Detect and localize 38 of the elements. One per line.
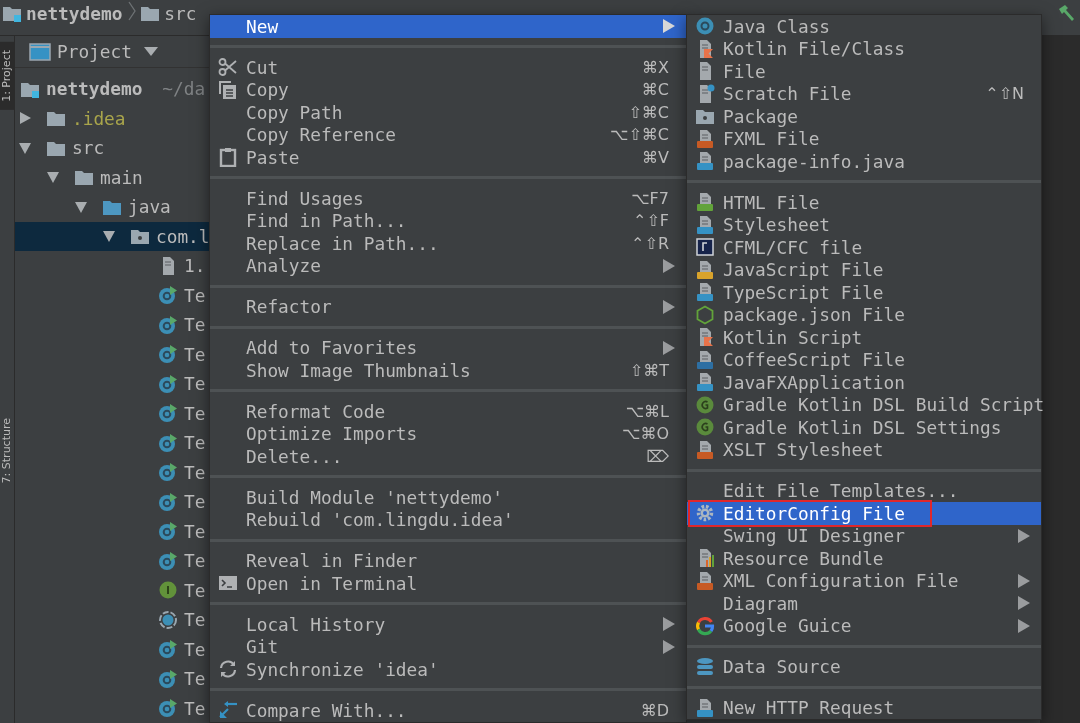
item-label: EditorConfig File bbox=[723, 502, 905, 524]
item-name: Te bbox=[184, 579, 206, 601]
item-name: Te bbox=[184, 343, 206, 365]
shortcut-label: ⌦ bbox=[646, 446, 670, 466]
item-name: src bbox=[72, 137, 105, 159]
item-name: nettydemo bbox=[46, 78, 143, 100]
item-name: Te bbox=[184, 520, 206, 542]
item-name: Te bbox=[184, 697, 206, 719]
shortcut-label: ⌥⇧⌘C bbox=[610, 125, 670, 145]
item-name: Te bbox=[184, 638, 206, 660]
shortcut-label: ⌘V bbox=[642, 147, 670, 167]
item-name: Te bbox=[184, 314, 206, 336]
shortcut-label: ⌃⇧N bbox=[985, 84, 1025, 104]
item-name: main bbox=[100, 166, 143, 188]
item-name: Te bbox=[184, 284, 206, 306]
shortcut-label: ⌃⇧F bbox=[633, 211, 670, 231]
shortcut-label: ⌥⌘O bbox=[621, 424, 670, 444]
shortcut-label: ⌘C bbox=[641, 80, 670, 100]
item-name: Te bbox=[184, 432, 206, 454]
item-name: Te bbox=[184, 402, 206, 424]
item-name: .idea bbox=[72, 107, 126, 129]
item-path: ~/da bbox=[162, 78, 206, 100]
item-name: java bbox=[128, 196, 171, 218]
shortcut-label: ⇧⌘C bbox=[628, 102, 670, 122]
item-name: com.l bbox=[156, 225, 210, 247]
shortcut-label: ⌥⌘L bbox=[625, 401, 670, 421]
shortcut-label: ⇧⌘T bbox=[629, 360, 670, 380]
item-name: Te bbox=[184, 461, 206, 483]
item-name: Te bbox=[184, 550, 206, 572]
item-name: Te bbox=[184, 668, 206, 690]
shortcut-label: ⌘D bbox=[640, 700, 670, 720]
shortcut-label: ⌘X bbox=[642, 57, 670, 77]
shortcut-label: ⌃⇧R bbox=[631, 233, 670, 253]
shortcut-label: ⌥F7 bbox=[631, 188, 670, 208]
item-name: Te bbox=[184, 609, 206, 631]
item-name: Te bbox=[184, 491, 206, 513]
item-name: Te bbox=[184, 373, 206, 395]
item-name: 1. bbox=[184, 255, 206, 277]
